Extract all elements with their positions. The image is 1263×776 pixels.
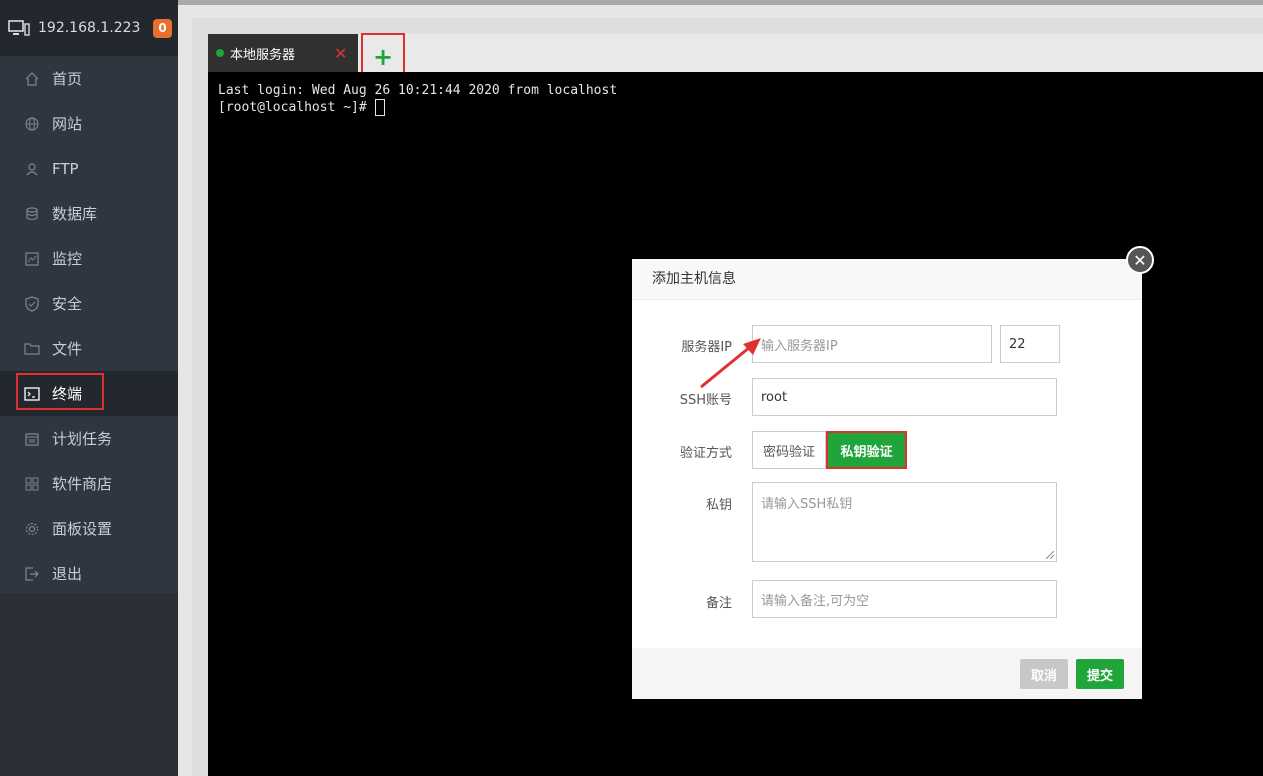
sidebar-item-label: FTP	[52, 159, 79, 178]
top-bar	[178, 0, 1263, 5]
resize-grip-icon[interactable]	[1046, 551, 1054, 559]
server-ip-input[interactable]: 输入服务器IP	[752, 325, 992, 363]
submit-button[interactable]: 提交	[1076, 659, 1124, 689]
dialog-title: 添加主机信息	[632, 259, 1142, 300]
terminal-line: Last login: Wed Aug 26 10:21:44 2020 fro…	[218, 83, 618, 98]
sidebar-item-security[interactable]: 安全	[0, 281, 178, 326]
notification-badge[interactable]: 0	[153, 19, 172, 38]
sidebar-item-label: 计划任务	[52, 430, 113, 448]
sidebar-item-home[interactable]: 首页	[0, 56, 178, 101]
sidebar-item-label: 监控	[52, 250, 83, 268]
auth-method-label: 验证方式	[679, 446, 732, 461]
database-icon	[26, 206, 38, 220]
sidebar-item-label: 文件	[52, 340, 83, 358]
folder-icon	[24, 342, 40, 355]
close-icon[interactable]: ✕	[1126, 246, 1154, 274]
sidebar-item-label: 面板设置	[52, 520, 113, 538]
sidebar-footer	[0, 593, 178, 776]
tab-local-server[interactable]: 本地服务器 ✕	[208, 34, 358, 72]
monitor-icon	[8, 20, 30, 36]
sidebar: 192.168.1.223 0 首页 网站 FTP 数据库 监控 安全 文件 终…	[0, 0, 178, 776]
status-dot-icon	[216, 49, 224, 57]
private-key-label: 私钥	[705, 498, 732, 513]
logout-icon	[25, 566, 39, 581]
sidebar-item-database[interactable]: 数据库	[0, 191, 178, 236]
monitor-chart-icon	[25, 251, 39, 266]
password-auth-button[interactable]: 密码验证	[752, 431, 826, 469]
home-icon	[25, 71, 39, 86]
sidebar-header: 192.168.1.223 0	[0, 0, 178, 56]
sidebar-item-terminal[interactable]: 终端	[0, 371, 178, 416]
sidebar-item-monitor[interactable]: 监控	[0, 236, 178, 281]
terminal-cursor	[374, 99, 385, 116]
close-icon[interactable]: ✕	[334, 44, 347, 63]
host-ip: 192.168.1.223	[38, 20, 141, 36]
terminal-icon	[24, 386, 40, 401]
sidebar-item-label: 安全	[52, 295, 83, 313]
terminal-prompt-line: [root@localhost ~]#	[218, 99, 1253, 116]
sidebar-item-label: 终端	[52, 385, 83, 403]
sidebar-item-label: 首页	[52, 70, 83, 88]
sidebar-item-label: 数据库	[52, 205, 98, 223]
plus-icon: +	[372, 42, 394, 71]
sidebar-nav: 首页 网站 FTP 数据库 监控 安全 文件 终端 计划任务 软件商店 面板设置…	[0, 56, 178, 596]
private-key-placeholder: 请输入SSH私钥	[761, 497, 853, 512]
private-key-textarea[interactable]: 请输入SSH私钥	[752, 482, 1057, 562]
sidebar-item-website[interactable]: 网站	[0, 101, 178, 146]
sidebar-item-cron[interactable]: 计划任务	[0, 416, 178, 461]
cancel-button[interactable]: 取消	[1020, 659, 1068, 689]
tab-label: 本地服务器	[230, 47, 296, 63]
sidebar-item-app-store[interactable]: 软件商店	[0, 461, 178, 506]
sidebar-item-logout[interactable]: 退出	[0, 551, 178, 596]
sidebar-item-settings[interactable]: 面板设置	[0, 506, 178, 551]
calendar-icon	[25, 432, 39, 446]
sidebar-item-files[interactable]: 文件	[0, 326, 178, 371]
sidebar-item-label: 退出	[52, 565, 83, 583]
port-input[interactable]: 22	[1000, 325, 1060, 363]
shield-icon	[25, 295, 39, 312]
ftp-user-icon	[26, 162, 38, 175]
sidebar-item-label: 网站	[52, 115, 83, 133]
sidebar-item-label: 软件商店	[52, 475, 113, 493]
sidebar-item-ftp[interactable]: FTP	[0, 146, 178, 191]
private-key-auth-button[interactable]: 私钥验证	[828, 433, 905, 467]
ssh-account-input[interactable]: root	[752, 378, 1057, 416]
terminal-prompt: [root@localhost ~]#	[218, 100, 375, 115]
ssh-account-label: SSH账号	[679, 393, 732, 408]
remark-input[interactable]: 请输入备注,可为空	[752, 580, 1057, 618]
grid-icon	[25, 477, 39, 490]
globe-icon	[25, 116, 39, 131]
remark-label: 备注	[705, 596, 732, 611]
gear-icon	[25, 522, 39, 535]
